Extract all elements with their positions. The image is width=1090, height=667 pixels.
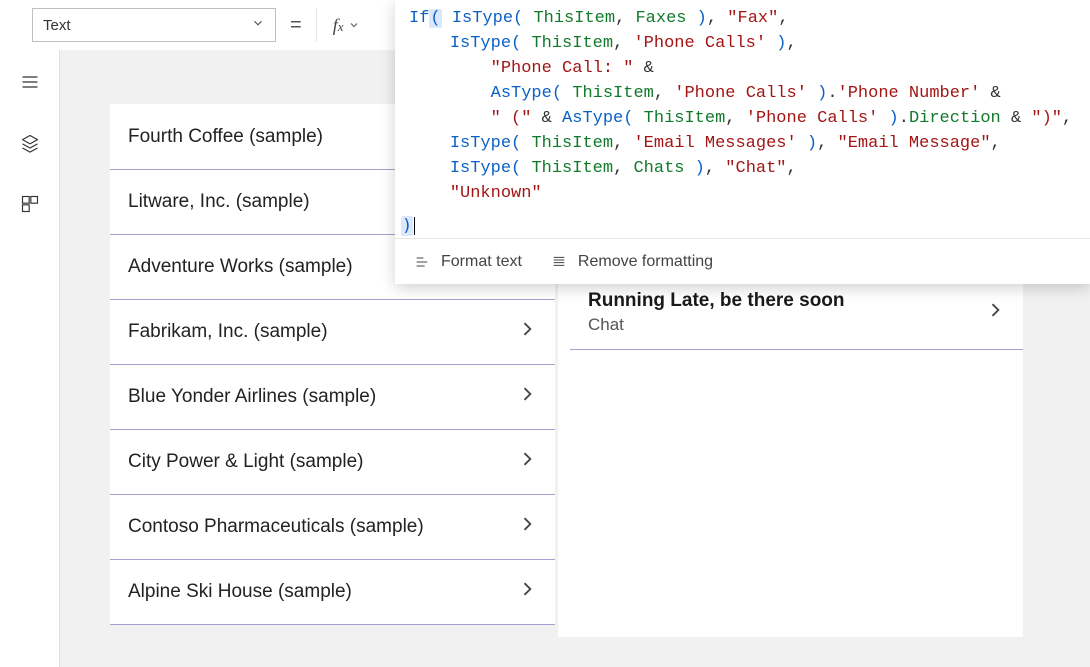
account-name: Alpine Ski House (sample) — [128, 581, 352, 603]
account-name: City Power & Light (sample) — [128, 451, 363, 473]
activity-subtitle: Chat — [588, 315, 845, 335]
account-row[interactable]: Contoso Pharmaceuticals (sample) — [110, 494, 555, 559]
remove-formatting-button[interactable]: Remove formatting — [550, 253, 713, 271]
format-text-button[interactable]: Format text — [413, 253, 522, 271]
activity-title: Running Late, be there soon — [588, 290, 845, 312]
chevron-right-icon — [517, 579, 537, 605]
chevron-right-icon — [517, 514, 537, 540]
account-row[interactable]: Blue Yonder Airlines (sample) — [110, 364, 555, 429]
account-row[interactable]: City Power & Light (sample) — [110, 429, 555, 494]
chevron-down-icon — [348, 19, 360, 31]
account-name: Litware, Inc. (sample) — [128, 191, 310, 213]
formula-toolbar: Format text Remove formatting — [395, 238, 1090, 284]
activity-row[interactable]: Running Late, be there soon Chat — [570, 278, 1023, 350]
chevron-right-icon — [517, 319, 537, 345]
chevron-right-icon — [517, 384, 537, 410]
account-name: Contoso Pharmaceuticals (sample) — [128, 516, 424, 538]
format-text-label: Format text — [441, 253, 522, 271]
layers-icon[interactable] — [20, 133, 40, 158]
formula-close-paren: ) — [401, 216, 413, 236]
components-icon[interactable] — [20, 194, 40, 219]
property-selector-label: Text — [43, 17, 71, 34]
equals-label: = — [286, 14, 306, 37]
property-selector[interactable]: Text — [32, 8, 276, 42]
tree-view-icon[interactable] — [20, 72, 40, 97]
fx-button[interactable]: fx — [316, 8, 376, 42]
chevron-right-icon — [517, 449, 537, 475]
account-name: Fourth Coffee (sample) — [128, 126, 323, 148]
account-name: Fabrikam, Inc. (sample) — [128, 321, 328, 343]
account-row[interactable]: Alpine Ski House (sample) — [110, 559, 555, 624]
chevron-right-icon — [985, 300, 1005, 325]
format-text-icon — [413, 254, 431, 270]
formula-editor[interactable]: If( IsType( ThisItem, Faxes ), "Fax", Is… — [395, 0, 1090, 284]
account-name: Blue Yonder Airlines (sample) — [128, 386, 376, 408]
chevron-down-icon — [251, 16, 265, 34]
remove-formatting-label: Remove formatting — [578, 253, 713, 271]
fx-icon: fx — [333, 15, 344, 36]
account-name: Adventure Works (sample) — [128, 256, 353, 278]
account-row[interactable]: Fabrikam, Inc. (sample) — [110, 299, 555, 364]
remove-formatting-icon — [550, 254, 568, 270]
left-rail — [0, 50, 60, 667]
formula-text[interactable]: If( IsType( ThisItem, Faxes ), "Fax", Is… — [395, 0, 1090, 214]
